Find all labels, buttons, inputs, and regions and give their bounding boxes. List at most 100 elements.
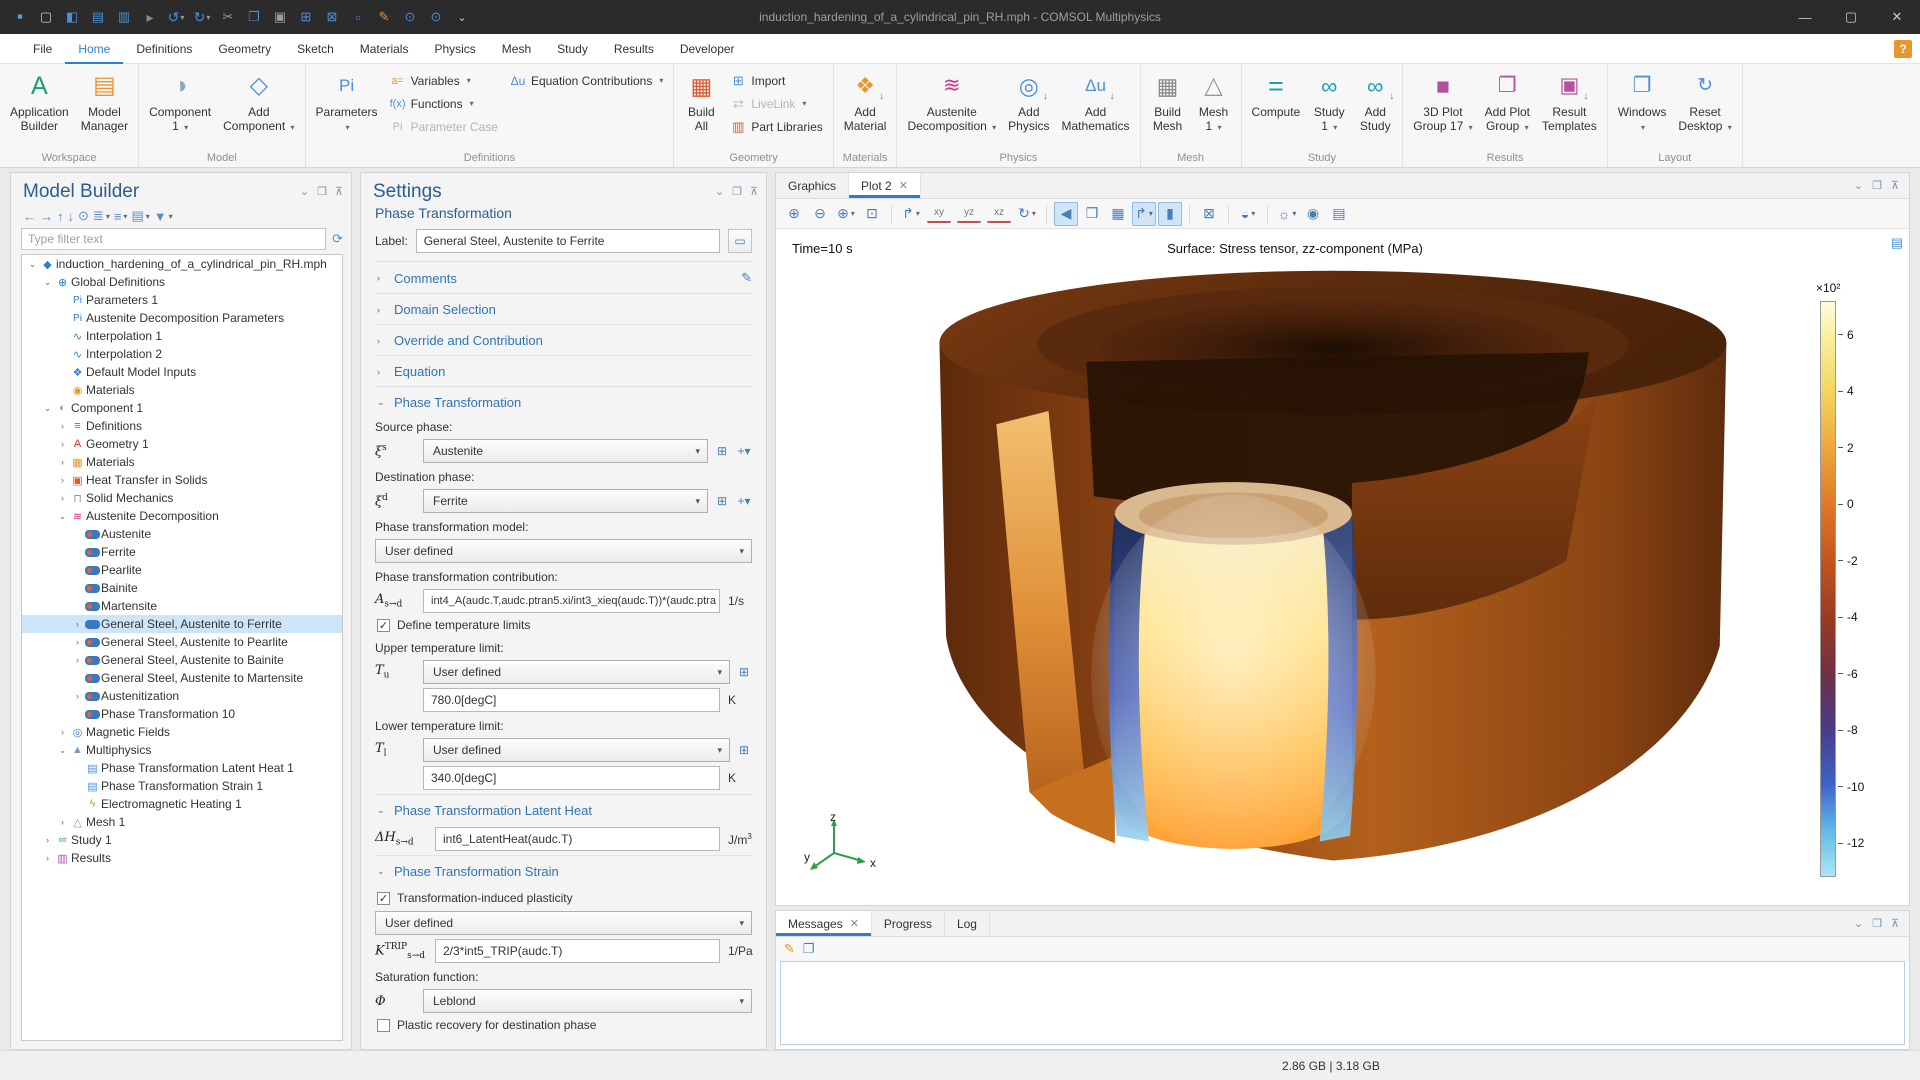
upper-limit-input[interactable]: 780.0[degC] bbox=[423, 688, 720, 712]
panel-menu-icon[interactable]: ⌄ bbox=[1854, 917, 1863, 930]
trip-input[interactable]: 2/3*int5_TRIP(audc.T) bbox=[435, 939, 720, 963]
view-xy-icon[interactable]: xy bbox=[927, 205, 951, 223]
speaker-icon[interactable]: ◀ bbox=[1054, 202, 1078, 226]
section-domain-selection[interactable]: ›Domain Selection bbox=[375, 293, 752, 324]
menu-results[interactable]: Results bbox=[601, 34, 667, 64]
source-phase-select[interactable]: Austenite bbox=[423, 439, 708, 463]
tree-item[interactable]: ›△Mesh 1 bbox=[22, 813, 342, 831]
expander-icon[interactable]: › bbox=[71, 691, 84, 701]
expander-icon[interactable]: › bbox=[56, 457, 69, 467]
tree-item[interactable]: ⌄◆induction_hardening_of_a_cylindrical_p… bbox=[22, 255, 342, 273]
tree-item[interactable]: General Steel, Austenite to Martensite bbox=[22, 669, 342, 687]
panel-menu-icon[interactable]: ⌄ bbox=[300, 185, 309, 198]
redo-icon[interactable]: ↻▾ bbox=[190, 5, 214, 29]
messages-tab-progress[interactable]: Progress bbox=[872, 911, 945, 936]
section-override[interactable]: ›Override and Contribution bbox=[375, 324, 752, 355]
section-latent-heat[interactable]: ⌄Phase Transformation Latent Heat bbox=[375, 794, 752, 825]
comsol-logo-icon[interactable]: ▪ bbox=[8, 5, 32, 29]
menu-developer[interactable]: Developer bbox=[667, 34, 748, 64]
dest-phase-select[interactable]: Ferrite bbox=[423, 489, 708, 513]
define-limits-checkbox[interactable]: ✓ bbox=[377, 619, 390, 632]
tree-item[interactable]: ◉Materials bbox=[22, 381, 342, 399]
color-legend-icon[interactable]: ▮ bbox=[1158, 202, 1182, 226]
rename-button[interactable]: ▭ bbox=[728, 229, 752, 253]
panel-float-icon[interactable]: ❐ bbox=[1872, 179, 1882, 192]
tree-item[interactable]: ›∞Study 1 bbox=[22, 831, 342, 849]
austenite-decomposition-button[interactable]: ≋AusteniteDecomposition ▾ bbox=[901, 67, 1002, 138]
copy-table-icon[interactable]: ❐ bbox=[803, 941, 815, 957]
tree-item[interactable]: ›⊓Solid Mechanics bbox=[22, 489, 342, 507]
tree-item[interactable]: ›AGeometry 1 bbox=[22, 435, 342, 453]
define-limits-checkbox-row[interactable]: ✓ Define temperature limits bbox=[377, 618, 752, 632]
print-icon[interactable]: ▤ bbox=[1327, 202, 1351, 226]
close-tab-icon[interactable]: ✕ bbox=[899, 179, 908, 192]
search-doc-icon[interactable]: ⊙ bbox=[424, 5, 448, 29]
tree-item[interactable]: Bainite bbox=[22, 579, 342, 597]
tree-item[interactable]: Martensite bbox=[22, 597, 342, 615]
panel-pin-icon[interactable]: ⊼ bbox=[1891, 179, 1899, 192]
image-effects-icon[interactable]: ◒▾ bbox=[1236, 202, 1260, 226]
edit-field-icon[interactable]: ⊞ bbox=[736, 665, 752, 679]
menu-study[interactable]: Study bbox=[544, 34, 601, 64]
lower-limit-select[interactable]: User defined bbox=[423, 738, 730, 762]
tree-item[interactable]: ⌄▲Multiphysics bbox=[22, 741, 342, 759]
delete-icon[interactable]: ⊠ bbox=[320, 5, 344, 29]
add-physics-button[interactable]: ◎↓AddPhysics bbox=[1002, 67, 1055, 136]
tree-item[interactable]: ›General Steel, Austenite to Bainite bbox=[22, 651, 342, 669]
expander-icon[interactable]: › bbox=[71, 619, 84, 629]
recovery-checkbox[interactable] bbox=[377, 1019, 390, 1032]
tree-item[interactable]: ϟElectromagnetic Heating 1 bbox=[22, 795, 342, 813]
parameter-case-button[interactable]: PiParameter Case bbox=[384, 115, 504, 138]
expander-icon[interactable]: › bbox=[56, 439, 69, 449]
menu-file[interactable]: File bbox=[20, 34, 65, 64]
tree-item[interactable]: ▤Phase Transformation Latent Heat 1 bbox=[22, 759, 342, 777]
expander-icon[interactable]: › bbox=[41, 853, 54, 863]
tree-item[interactable]: ⌄◐Component 1 bbox=[22, 399, 342, 417]
move-down-icon[interactable]: ↓ bbox=[68, 209, 75, 224]
menu-geometry[interactable]: Geometry bbox=[205, 34, 284, 64]
zoom-out-icon[interactable]: ⊖ bbox=[808, 202, 832, 226]
add-phase-icon[interactable]: +▾ bbox=[736, 444, 752, 458]
expander-icon[interactable]: › bbox=[56, 493, 69, 503]
zoom-extents-icon[interactable]: ⊡ bbox=[860, 202, 884, 226]
tree-item[interactable]: ❖Default Model Inputs bbox=[22, 363, 342, 381]
graphics-tab-graphics[interactable]: Graphics bbox=[776, 173, 849, 198]
tree-item[interactable]: ›≡Definitions bbox=[22, 417, 342, 435]
close-tab-icon[interactable]: ✕ bbox=[850, 917, 859, 930]
livelink-button[interactable]: ⇄LiveLink▾ bbox=[724, 92, 828, 115]
messages-tab-log[interactable]: Log bbox=[945, 911, 990, 936]
run-icon[interactable]: ▸ bbox=[138, 5, 162, 29]
expander-icon[interactable]: ⌄ bbox=[41, 403, 54, 414]
edit-list-icon[interactable]: ⊞ bbox=[714, 494, 730, 508]
minimize-button[interactable]: — bbox=[1782, 0, 1828, 34]
equation-contributions-button[interactable]: ΔuEquation Contributions▾ bbox=[504, 69, 669, 92]
tree-item[interactable]: ▤Phase Transformation Strain 1 bbox=[22, 777, 342, 795]
collapse-all-icon[interactable]: ≡▾ bbox=[114, 209, 128, 224]
plot-settings-icon[interactable]: ▤ bbox=[1891, 235, 1903, 251]
tree-item[interactable]: ›▥Results bbox=[22, 849, 342, 867]
study-1-button[interactable]: ∞Study1 ▾ bbox=[1306, 67, 1352, 138]
edit-field-icon[interactable]: ⊞ bbox=[736, 743, 752, 757]
add-study-button[interactable]: ∞↓AddStudy bbox=[1352, 67, 1398, 136]
section-phase-transformation[interactable]: ⌄Phase Transformation bbox=[375, 386, 752, 417]
tree-item[interactable]: ⌄≋Austenite Decomposition bbox=[22, 507, 342, 525]
filter-icon[interactable]: ▼▾ bbox=[154, 209, 173, 224]
close-button[interactable]: ✕ bbox=[1874, 0, 1920, 34]
panel-menu-icon[interactable]: ⌄ bbox=[1854, 179, 1863, 192]
menu-home[interactable]: Home bbox=[65, 34, 123, 64]
rotate-icon[interactable]: ↻▾ bbox=[1015, 202, 1039, 226]
menu-mesh[interactable]: Mesh bbox=[489, 34, 544, 64]
tree-item[interactable]: ›▣Heat Transfer in Solids bbox=[22, 471, 342, 489]
paste-icon[interactable]: ▣ bbox=[268, 5, 292, 29]
component-button[interactable]: ◑Component1 ▾ bbox=[143, 67, 217, 138]
clear-pencil-icon[interactable]: ✎ bbox=[784, 941, 795, 957]
menu-physics[interactable]: Physics bbox=[421, 34, 488, 64]
select-box-icon[interactable]: ▫ bbox=[346, 5, 370, 29]
saturation-select[interactable]: Leblond bbox=[423, 989, 752, 1013]
strain-model-select[interactable]: User defined bbox=[375, 911, 752, 935]
panel-menu-icon[interactable]: ⌄ bbox=[715, 185, 724, 198]
transparency-icon[interactable]: ❒ bbox=[1080, 202, 1104, 226]
add-component-button[interactable]: ◇AddComponent ▾ bbox=[217, 67, 300, 138]
preview-doc-icon[interactable]: ⊙ bbox=[398, 5, 422, 29]
grid-icon[interactable]: ▦ bbox=[1106, 202, 1130, 226]
